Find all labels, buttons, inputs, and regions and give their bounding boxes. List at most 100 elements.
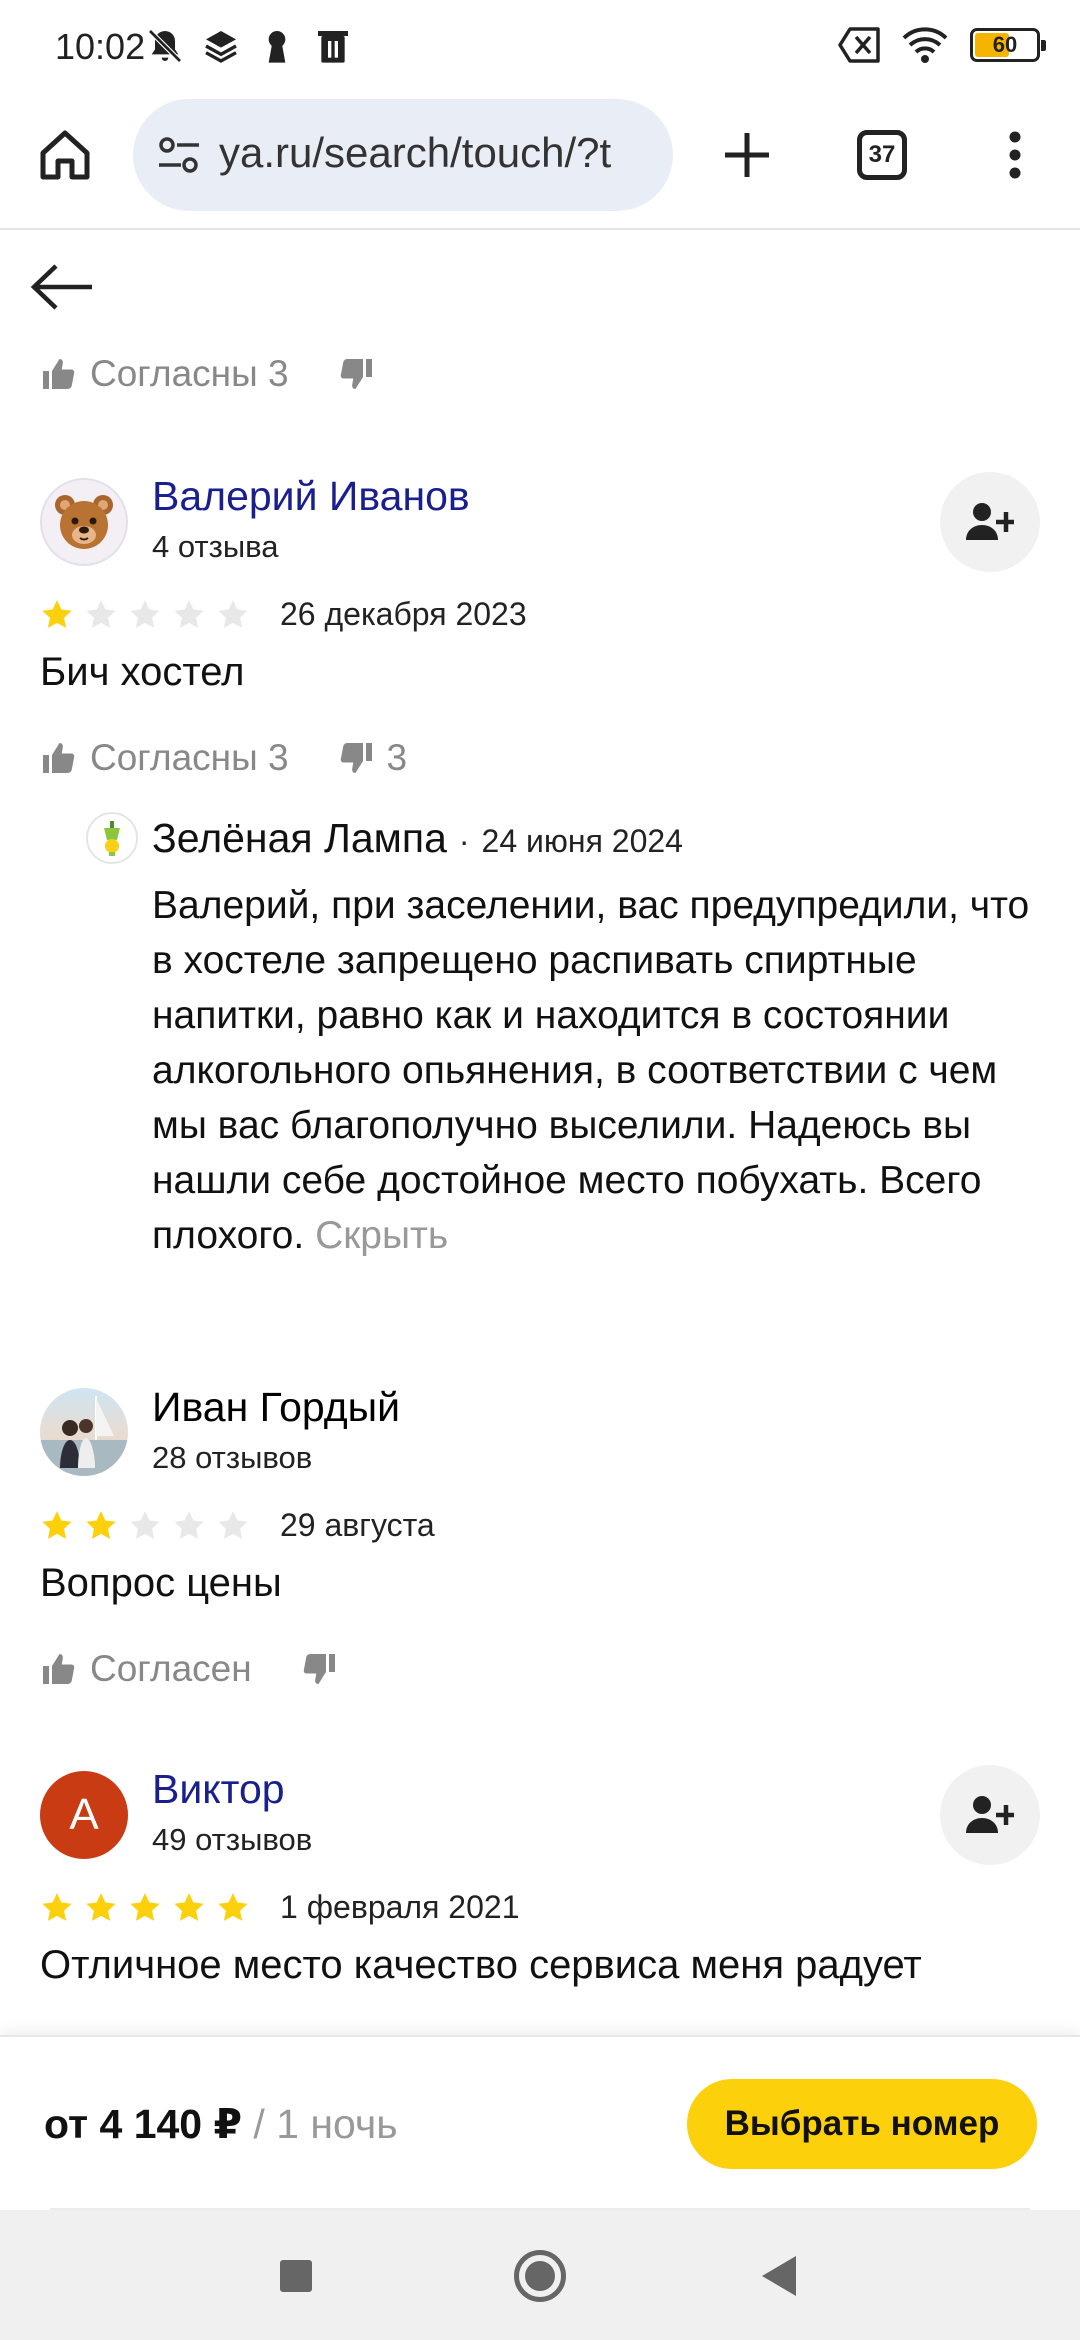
subscribe-button[interactable] (940, 1765, 1040, 1865)
lamp-logo-icon (104, 821, 120, 856)
dislike-button[interactable] (339, 356, 375, 392)
star-empty-icon (218, 599, 248, 628)
reply-body-text: Валерий, при заселении, вас предупредили… (152, 884, 1030, 1257)
star-filled-icon (130, 1892, 160, 1921)
vote-row: Согласны 3 (40, 353, 375, 395)
no-sim-icon (838, 27, 880, 63)
back-button[interactable] (30, 262, 96, 312)
author-name[interactable]: Валерий Иванов (152, 473, 470, 520)
review-text: Отличное место качество сервиса меня рад… (40, 1943, 922, 1987)
star-empty-icon (130, 1510, 160, 1539)
recents-button[interactable] (280, 2260, 312, 2292)
dislike-button[interactable] (302, 1651, 338, 1687)
more-icon (1009, 131, 1021, 179)
thumbs-down-icon (303, 1654, 335, 1684)
rating-stars: 1 февраля 2021 (40, 1889, 519, 1926)
thumbs-up-icon (43, 743, 75, 773)
avatar[interactable] (40, 1388, 128, 1476)
reply-separator: · (458, 823, 470, 859)
review-date: 29 августа (280, 1507, 435, 1543)
star-empty-icon (174, 1510, 204, 1539)
reply-author: Зелёная Лампа (152, 815, 447, 861)
hide-reply-link[interactable]: Скрыть (315, 1214, 448, 1257)
star-filled-icon (42, 1510, 72, 1539)
home-button[interactable] (30, 120, 100, 190)
back-arrow-icon (30, 264, 92, 310)
back-nav-button[interactable] (762, 2256, 796, 2296)
star-filled-icon (42, 1892, 72, 1921)
status-time: 10:02 (55, 26, 146, 67)
reply-text: Валерий, при заселении, вас предупредили… (152, 878, 1032, 1263)
thumbs-down-icon (340, 743, 372, 773)
trash-icon (318, 31, 348, 63)
avatar-letter: А (69, 1790, 99, 1839)
photo-avatar-icon (40, 1396, 128, 1476)
author-name[interactable]: Иван Гордый (152, 1384, 400, 1431)
new-tab-button[interactable] (712, 120, 782, 190)
wifi-icon (902, 27, 948, 63)
vote-row: Согласны 3 3 (40, 737, 407, 779)
tabs-button[interactable]: 37 (857, 130, 907, 180)
price-value: от 4 140 ₽ (44, 2101, 243, 2147)
browser-toolbar: ya.ru/search/touch/?t 37 (0, 95, 1080, 230)
like-label: Согласны 3 (90, 353, 289, 394)
business-logo (86, 812, 138, 864)
url-text[interactable]: ya.ru/search/touch/?t (219, 129, 649, 177)
keyhole-icon (268, 31, 286, 63)
home-nav-button[interactable] (514, 2250, 566, 2302)
dislike-count: 3 (386, 737, 408, 778)
address-bar[interactable]: ya.ru/search/touch/?t (133, 99, 673, 211)
system-nav-bar (0, 2210, 1080, 2340)
booking-bar: от 4 140 ₽ / 1 ночь Выбрать номер (0, 2035, 1080, 2210)
subscribe-button[interactable] (940, 472, 1040, 572)
review-text: Бич хостел (40, 650, 245, 694)
avatar[interactable]: А (40, 1771, 128, 1859)
battery-text: 60 (992, 32, 1018, 57)
like-label: Согласны 3 (90, 737, 289, 778)
author-reviews-count: 49 отзывов (152, 1822, 313, 1857)
thumbs-down-icon (340, 359, 372, 389)
select-room-label: Выбрать номер (724, 2104, 1000, 2143)
rating-stars: 26 декабря 2023 (40, 596, 527, 633)
status-bar: 10:02 60 (0, 0, 1080, 95)
like-label: Согласен (90, 1648, 252, 1689)
author-name[interactable]: Виктор (152, 1766, 285, 1813)
star-empty-icon (130, 599, 160, 628)
avatar[interactable] (40, 478, 128, 566)
reply-header: Зелёная Лампа · 24 июня 2024 (152, 815, 683, 862)
new-tab-icon (725, 133, 769, 177)
star-filled-icon (218, 1892, 248, 1921)
thumbs-up-icon (43, 359, 75, 389)
battery-icon: 60 (970, 28, 1046, 62)
bear-avatar-icon (55, 495, 113, 549)
dislike-button[interactable]: 3 (339, 737, 408, 779)
star-empty-icon (86, 599, 116, 628)
more-menu-button[interactable] (990, 120, 1040, 190)
add-user-icon (966, 1796, 1014, 1833)
reply-date: 24 июня 2024 (481, 823, 683, 859)
price-label: от 4 140 ₽ / 1 ночь (44, 2100, 398, 2148)
like-button[interactable]: Согласны 3 (40, 737, 289, 779)
rating-stars: 29 августа (40, 1507, 435, 1544)
thumbs-up-icon (43, 1654, 75, 1684)
site-settings-icon[interactable] (157, 135, 201, 175)
select-room-button[interactable]: Выбрать номер (687, 2079, 1037, 2169)
like-button[interactable]: Согласны 3 (40, 353, 289, 395)
review-date: 1 февраля 2021 (280, 1889, 520, 1925)
add-user-icon (966, 503, 1014, 540)
tab-count: 37 (868, 141, 896, 168)
status-left-icons (145, 26, 353, 66)
home-icon (40, 130, 90, 180)
author-reviews-count: 4 отзыва (152, 529, 279, 564)
stack-icon (205, 31, 237, 63)
like-button[interactable]: Согласен (40, 1648, 252, 1690)
status-right-icons: 60 (838, 26, 1046, 64)
mute-icon (148, 29, 182, 63)
review-text: Вопрос цены (40, 1561, 282, 1605)
star-filled-icon (42, 599, 72, 628)
author-reviews-count: 28 отзывов (152, 1440, 313, 1475)
star-empty-icon (218, 1510, 248, 1539)
vote-row: Согласен (40, 1648, 338, 1690)
price-unit: / 1 ночь (242, 2101, 398, 2147)
star-filled-icon (174, 1892, 204, 1921)
